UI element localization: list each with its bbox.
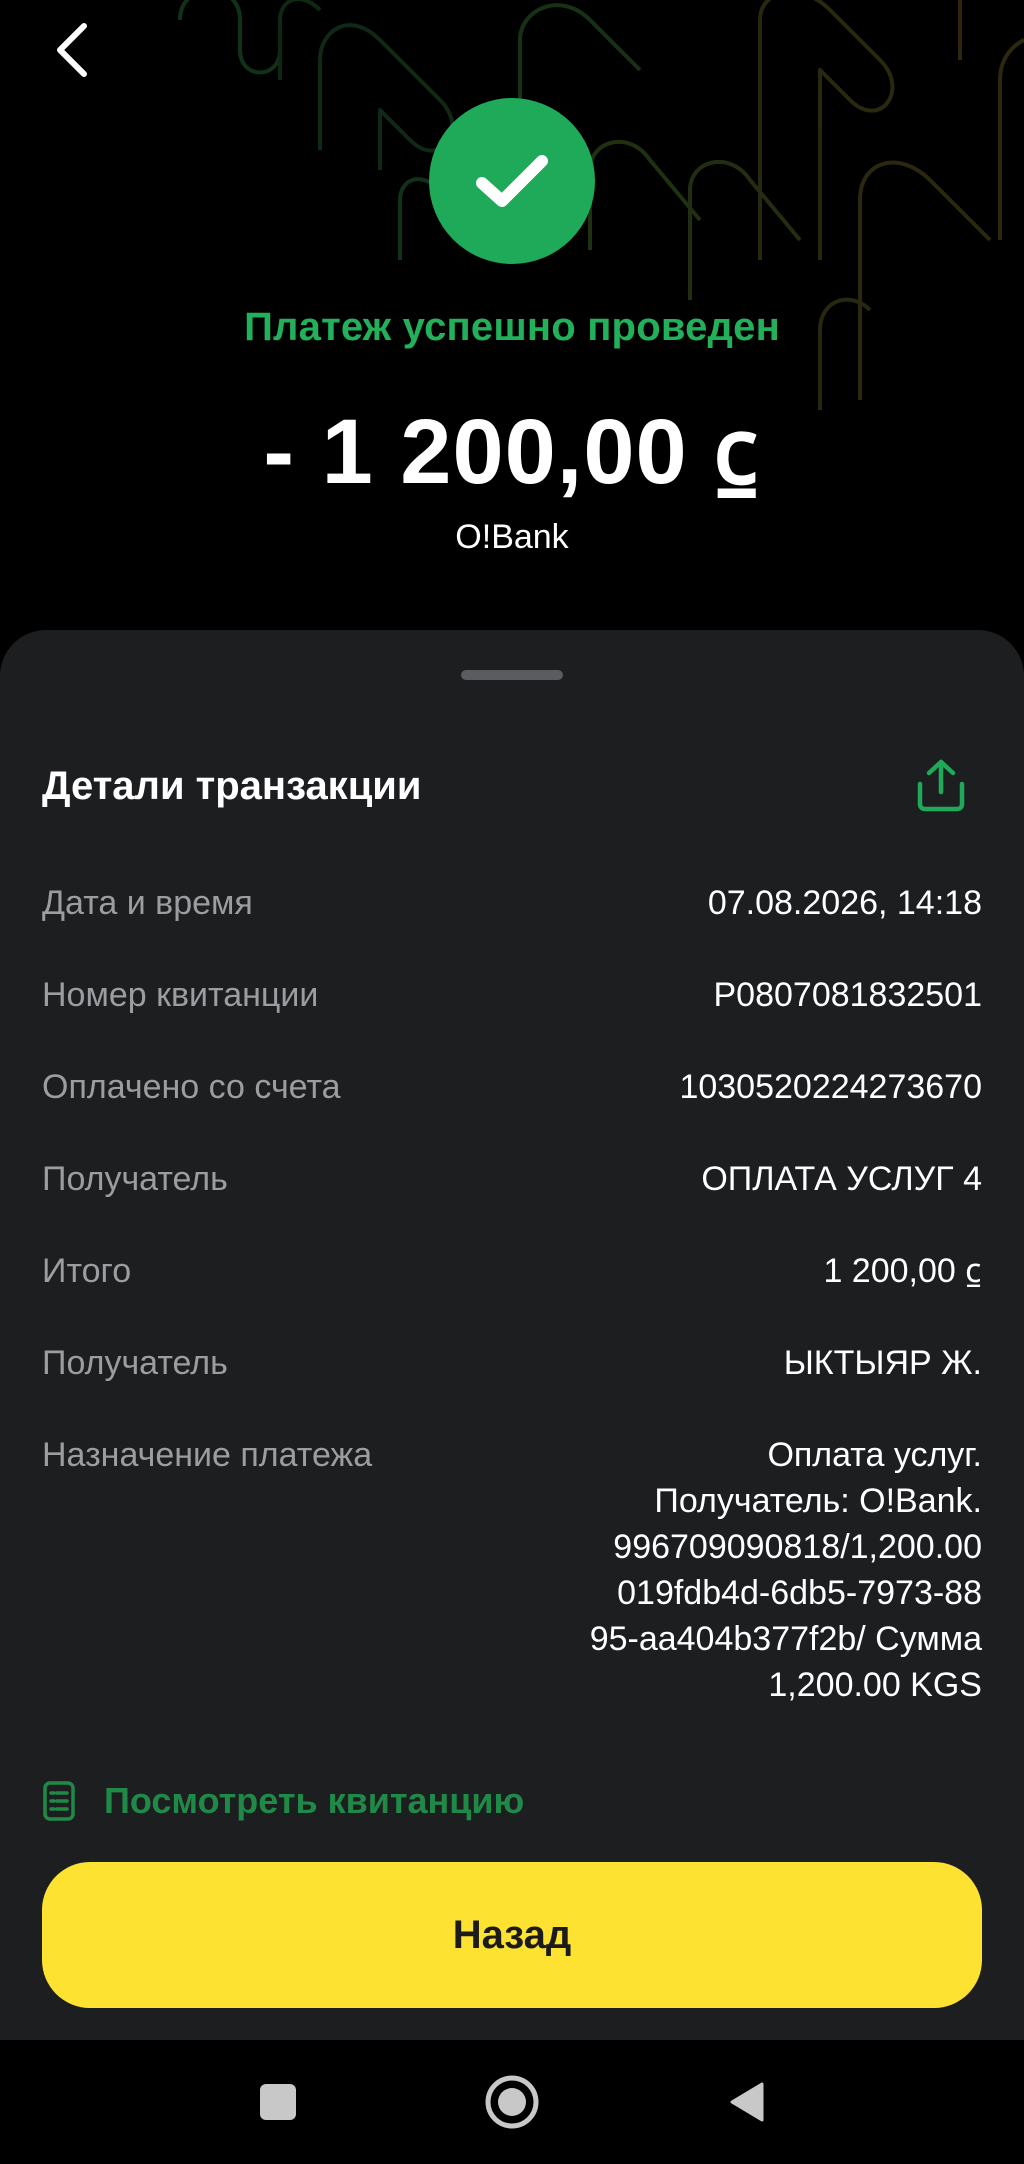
detail-row-recipient: Получатель ОПЛАТА УСЛУГ 4 bbox=[42, 1156, 982, 1202]
home-circle-icon bbox=[485, 2075, 539, 2129]
home-button[interactable] bbox=[480, 2070, 544, 2134]
detail-label: Получатель bbox=[42, 1344, 228, 1382]
detail-value: 1 200,00 ⃀ bbox=[823, 1252, 982, 1290]
detail-row-receipt-number: Номер квитанции P0807081832501 bbox=[42, 972, 982, 1018]
detail-value-multiline: Оплата услуг. Получатель: O!Bank. 996709… bbox=[590, 1432, 982, 1708]
detail-row-datetime: Дата и время 07.08.2026, 14:18 bbox=[42, 880, 982, 926]
system-back-button[interactable] bbox=[714, 2070, 778, 2134]
detail-value: ЫКТЫЯР Ж. bbox=[783, 1344, 982, 1382]
back-triangle-icon bbox=[730, 2082, 764, 2122]
hero-header: Платеж успешно проведен - 1 200,00 ⃀ O!B… bbox=[0, 0, 1024, 640]
section-title: Детали транзакции bbox=[42, 764, 422, 808]
view-receipt-link[interactable]: Посмотреть квитанцию bbox=[42, 1780, 524, 1822]
check-icon bbox=[476, 155, 548, 207]
detail-value: 07.08.2026, 14:18 bbox=[707, 884, 982, 922]
detail-value: P0807081832501 bbox=[713, 976, 983, 1014]
purpose-line: 019fdb4d-6db5-7973-88 bbox=[617, 1574, 982, 1612]
share-icon bbox=[917, 759, 965, 812]
detail-label: Итого bbox=[42, 1252, 132, 1290]
detail-row-account: Оплачено со счета 1030520224273670 bbox=[42, 1064, 982, 1110]
back-arrow-button[interactable] bbox=[40, 14, 104, 86]
detail-label: Номер квитанции bbox=[42, 976, 319, 1014]
transaction-details-sheet: Детали транзакции Дата и время 07.08.202… bbox=[0, 630, 1024, 2040]
purpose-line: Оплата услуг. bbox=[767, 1436, 982, 1474]
details-list: Дата и время 07.08.2026, 14:18 Номер кви… bbox=[42, 880, 982, 1754]
payment-amount: - 1 200,00 ⃀ bbox=[263, 401, 761, 503]
recents-button[interactable] bbox=[246, 2070, 310, 2134]
detail-row-total: Итого 1 200,00 ⃀ bbox=[42, 1248, 982, 1294]
view-receipt-label: Посмотреть квитанцию bbox=[104, 1780, 525, 1821]
chevron-left-icon bbox=[57, 23, 87, 77]
share-button[interactable] bbox=[910, 750, 972, 820]
success-badge bbox=[429, 98, 595, 264]
status-title: Платеж успешно проведен bbox=[244, 305, 780, 349]
sheet-drag-handle[interactable] bbox=[461, 670, 563, 680]
detail-label: Оплачено со счета bbox=[42, 1068, 341, 1106]
detail-label: Дата и время bbox=[42, 884, 253, 922]
detail-label: Получатель bbox=[42, 1160, 228, 1198]
detail-row-purpose: Назначение платежа Оплата услуг. Получат… bbox=[42, 1432, 982, 1708]
purpose-line: 1,200.00 KGS bbox=[768, 1666, 982, 1704]
recents-square-icon bbox=[260, 2084, 296, 2120]
detail-label: Назначение платежа bbox=[42, 1436, 373, 1474]
payment-success-screen: Платеж успешно проведен - 1 200,00 ⃀ O!B… bbox=[0, 0, 1024, 2164]
receipt-icon bbox=[43, 1781, 75, 1821]
purpose-line: 996709090818/1,200.00 bbox=[613, 1528, 982, 1566]
system-navigation-bar bbox=[0, 2040, 1024, 2164]
detail-value: 1030520224273670 bbox=[679, 1068, 982, 1106]
detail-row-recipient-name: Получатель ЫКТЫЯР Ж. bbox=[42, 1340, 982, 1386]
purpose-line: 95-aa404b377f2b/ Сумма bbox=[589, 1620, 982, 1658]
purpose-line: Получатель: O!Bank. bbox=[654, 1482, 982, 1520]
bank-name: O!Bank bbox=[455, 518, 569, 556]
detail-value: ОПЛАТА УСЛУГ 4 bbox=[701, 1160, 982, 1198]
back-button[interactable]: Назад bbox=[42, 1862, 982, 2008]
